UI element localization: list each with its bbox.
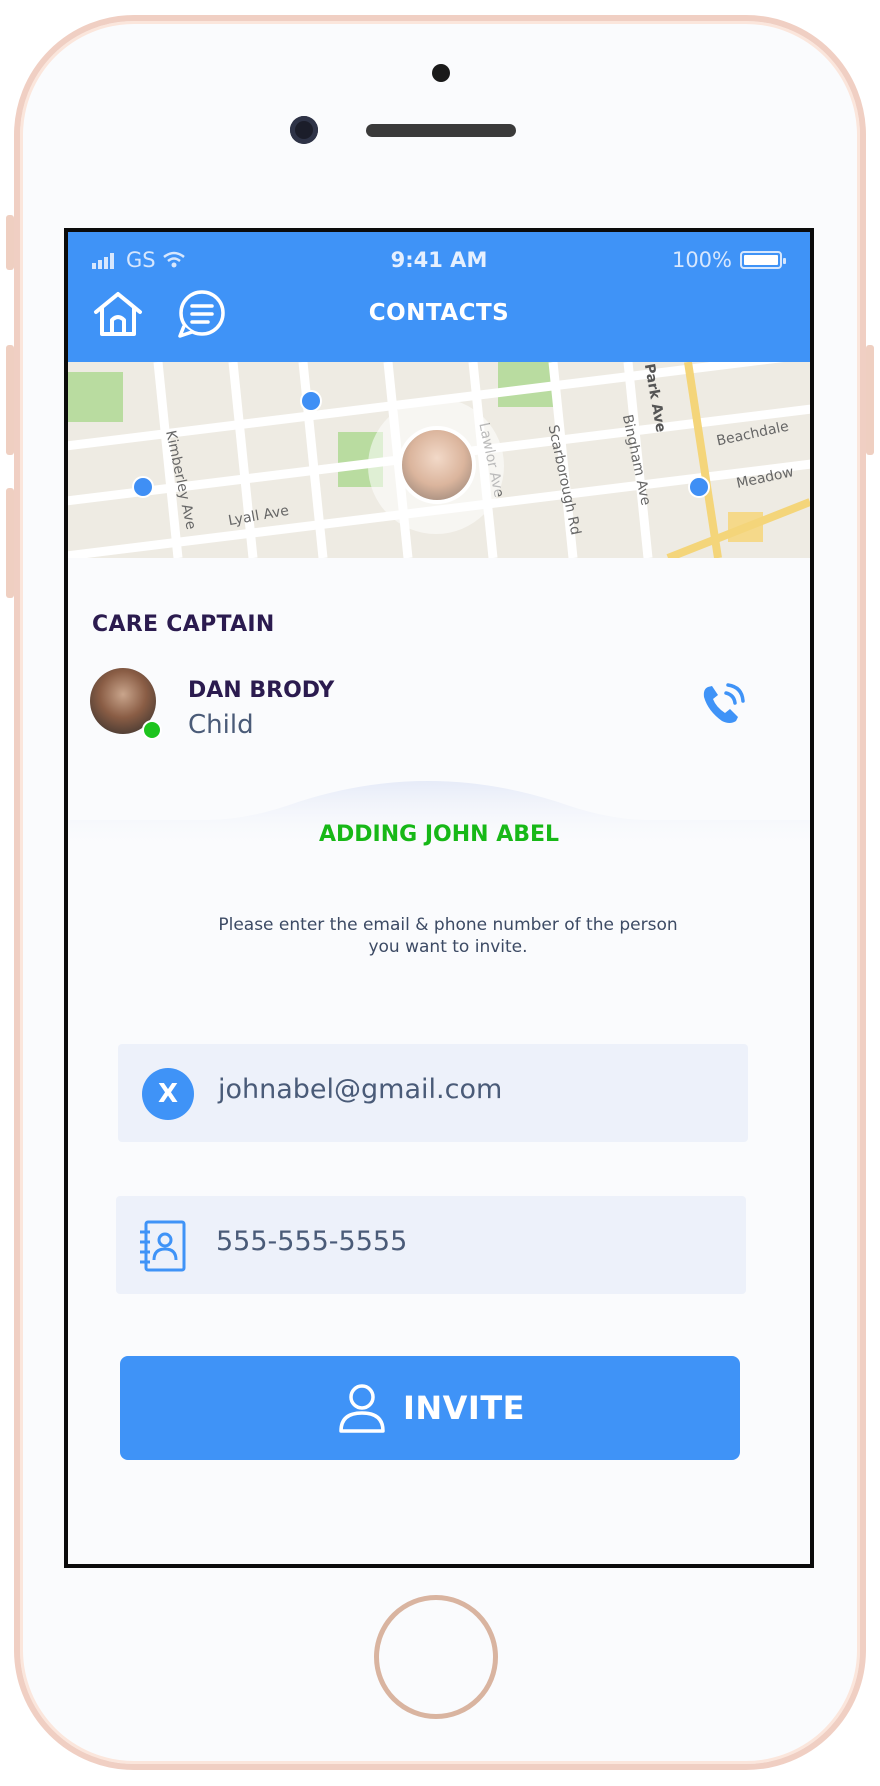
home-hardware-button[interactable]: [374, 1595, 498, 1719]
contact-book-icon[interactable]: [136, 1218, 190, 1274]
battery-icon: [740, 251, 786, 269]
app-screen: GS 9:41 AM 100% CONTACTS Kimberley Ave L…: [64, 228, 814, 1568]
instruction-line: Please enter the email & phone number of…: [218, 915, 678, 935]
adding-title: ADDING JOHN ABEL: [318, 822, 560, 847]
volume-down-button: [6, 488, 14, 598]
clear-button[interactable]: X: [142, 1068, 194, 1120]
instruction-text: Please enter the email & phone number of…: [168, 914, 728, 958]
section-title: CARE CAPTAIN: [92, 612, 275, 637]
online-status-indicator: [142, 720, 162, 740]
front-camera: [290, 116, 318, 144]
phone-call-icon[interactable]: [698, 679, 748, 729]
invite-label: INVITE: [402, 1389, 526, 1427]
location-map[interactable]: Kimberley Ave Lyall Ave Lawlor Ave Scarb…: [68, 362, 810, 558]
mute-switch: [6, 215, 14, 270]
power-button: [866, 345, 874, 455]
app-header: GS 9:41 AM 100% CONTACTS: [68, 232, 810, 362]
status-battery: 100%: [671, 248, 786, 272]
instruction-line: you want to invite.: [368, 937, 528, 957]
contact-role: Child: [188, 710, 254, 740]
battery-percent: 100%: [671, 248, 732, 272]
contact-name: DAN BRODY: [188, 678, 335, 703]
earpiece-speaker: [366, 124, 516, 137]
invite-button[interactable]: INVITE: [120, 1356, 740, 1460]
proximity-sensor: [432, 64, 450, 82]
map-location-pin[interactable]: [688, 476, 710, 498]
user-icon: [339, 1384, 385, 1433]
phone-value[interactable]: 555-555-5555: [216, 1226, 407, 1257]
volume-up-button: [6, 345, 14, 455]
phone-field[interactable]: 555-555-5555: [116, 1196, 746, 1294]
avatar[interactable]: [398, 426, 476, 504]
email-value[interactable]: johnabel@gmail.com: [218, 1074, 502, 1105]
map-location-pin[interactable]: [300, 390, 322, 412]
email-field[interactable]: X johnabel@gmail.com: [118, 1044, 748, 1142]
map-location-pin[interactable]: [132, 476, 154, 498]
page-title: CONTACTS: [368, 300, 510, 326]
